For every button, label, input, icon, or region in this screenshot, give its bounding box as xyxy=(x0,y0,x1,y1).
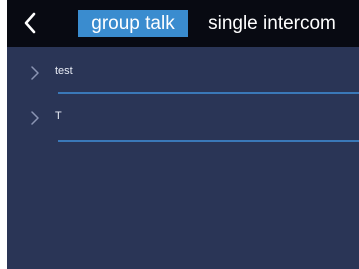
tab-single-intercom-label: single intercom xyxy=(208,12,336,34)
list-item-label: test xyxy=(55,65,73,77)
chevron-left-icon xyxy=(24,12,36,34)
tab-group-talk[interactable]: group talk xyxy=(78,10,188,37)
list-item[interactable]: T xyxy=(7,107,359,129)
top-bar: group talk single intercom xyxy=(7,0,359,47)
chevron-right-icon xyxy=(31,66,39,80)
chevron-right-icon xyxy=(31,111,39,125)
divider xyxy=(58,92,359,94)
list-item[interactable]: test xyxy=(7,62,359,84)
app-screen: group talk single intercom test T xyxy=(7,0,359,269)
tab-single-intercom[interactable]: single intercom xyxy=(197,10,347,37)
list-item-label: T xyxy=(55,110,62,122)
tab-group-talk-label: group talk xyxy=(91,12,175,34)
back-button[interactable] xyxy=(17,10,43,36)
divider xyxy=(58,140,359,142)
